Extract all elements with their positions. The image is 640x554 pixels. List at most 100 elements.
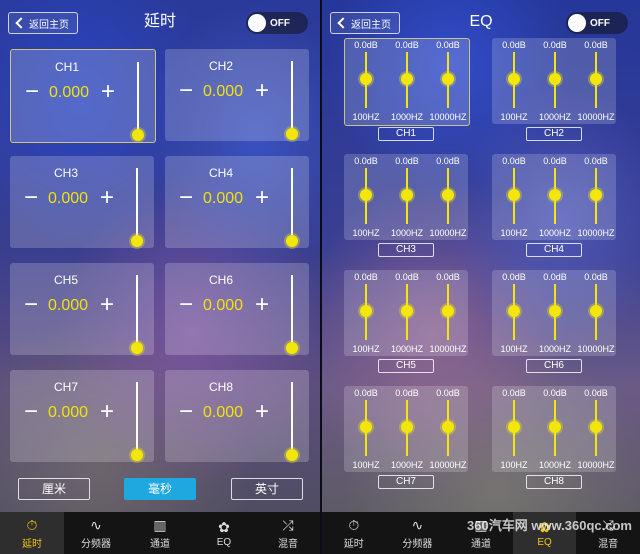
delay-slider-handle[interactable]: [131, 235, 143, 247]
delay-slider-track[interactable]: [136, 168, 138, 240]
delay-slider-track[interactable]: [291, 382, 293, 454]
increment-button[interactable]: +: [96, 293, 118, 317]
channel-label: CH2: [208, 59, 233, 73]
unit-button-cm[interactable]: 厘米: [18, 478, 90, 500]
band-slider-handle[interactable]: [508, 421, 520, 433]
nav-item[interactable]: ⤮ 混音: [256, 512, 320, 554]
unit-selector: 厘米 毫秒 英寸: [0, 478, 320, 500]
increment-button[interactable]: +: [96, 186, 118, 210]
band-slider-handle[interactable]: [442, 305, 454, 317]
delay-slider-track[interactable]: [291, 275, 293, 347]
decrement-button[interactable]: −: [175, 293, 197, 317]
eq-band: 0.0dB 100HZ: [494, 154, 534, 240]
decrement-button[interactable]: −: [175, 186, 197, 210]
band-slider-handle[interactable]: [590, 421, 602, 433]
delay-slider-track[interactable]: [291, 61, 293, 133]
decrement-button[interactable]: −: [20, 400, 42, 424]
eq-channel-button[interactable]: CH8: [526, 475, 582, 489]
unit-button-ms[interactable]: 毫秒: [124, 478, 196, 500]
increment-button[interactable]: +: [251, 400, 273, 424]
band-gain: 0.0dB: [502, 156, 526, 166]
band-slider-handle[interactable]: [590, 189, 602, 201]
shuffle-icon: ⤮: [282, 516, 294, 533]
power-toggle[interactable]: OFF: [246, 12, 308, 34]
eq-channel-button[interactable]: CH1: [378, 127, 434, 141]
eq-channel-button[interactable]: CH3: [378, 243, 434, 257]
band-slider-handle[interactable]: [549, 73, 561, 85]
delay-slider-handle[interactable]: [286, 128, 298, 140]
band-slider-handle[interactable]: [401, 305, 413, 317]
increment-button[interactable]: +: [97, 80, 119, 104]
delay-value: 0.000: [202, 190, 244, 207]
delay-slider-handle[interactable]: [131, 342, 143, 354]
band-slider-handle[interactable]: [508, 189, 520, 201]
eq-channel-button[interactable]: CH2: [526, 127, 582, 141]
delay-slider-handle[interactable]: [286, 449, 298, 461]
eq-channel-button[interactable]: CH4: [526, 243, 582, 257]
band-slider-handle[interactable]: [590, 305, 602, 317]
band-frequency: 10000HZ: [577, 228, 615, 238]
nav-item[interactable]: ∿ 分频器: [386, 512, 450, 554]
band-slider-handle[interactable]: [360, 305, 372, 317]
band-gain: 0.0dB: [502, 272, 526, 282]
decrement-button[interactable]: −: [21, 80, 43, 104]
delay-slider-handle[interactable]: [132, 129, 144, 141]
delay-slider-handle[interactable]: [131, 449, 143, 461]
band-slider-handle[interactable]: [442, 189, 454, 201]
decrement-button[interactable]: −: [20, 293, 42, 317]
eq-channel-button[interactable]: CH6: [526, 359, 582, 373]
band-slider-handle[interactable]: [360, 73, 372, 85]
nav-item[interactable]: ▥ 通道: [128, 512, 192, 554]
band-gain: 0.0dB: [584, 388, 608, 398]
toggle-knob: [568, 14, 586, 32]
channel-card: CH7−0.000 +: [10, 370, 154, 462]
eq-band: 0.0dB 10000HZ: [428, 154, 468, 240]
band-gain: 0.0dB: [354, 388, 378, 398]
nav-item[interactable]: ∿ 分频器: [64, 512, 128, 554]
band-slider-handle[interactable]: [590, 73, 602, 85]
nav-item[interactable]: ✿ EQ: [192, 512, 256, 554]
decrement-button[interactable]: −: [175, 400, 197, 424]
band-slider-handle[interactable]: [549, 189, 561, 201]
band-slider-handle[interactable]: [401, 421, 413, 433]
band-slider-handle[interactable]: [442, 73, 454, 85]
increment-button[interactable]: +: [251, 293, 273, 317]
band-slider-handle[interactable]: [549, 421, 561, 433]
delay-slider-track[interactable]: [136, 382, 138, 454]
delay-value: 0.000: [47, 190, 89, 207]
band-slider-handle[interactable]: [442, 421, 454, 433]
decrement-button[interactable]: −: [175, 79, 197, 103]
decrement-button[interactable]: −: [20, 186, 42, 210]
delay-slider-track[interactable]: [137, 62, 139, 134]
watermark: 360汽车网 www.360qc.com: [467, 518, 632, 533]
power-toggle[interactable]: OFF: [566, 12, 628, 34]
eq-band: 0.0dB 100HZ: [494, 386, 534, 472]
band-gain: 0.0dB: [543, 388, 567, 398]
band-slider-handle[interactable]: [549, 305, 561, 317]
delay-slider-handle[interactable]: [286, 342, 298, 354]
delay-slider-track[interactable]: [136, 275, 138, 347]
unit-button-inch[interactable]: 英寸: [231, 478, 303, 500]
delay-slider-handle[interactable]: [286, 235, 298, 247]
nav-item[interactable]: ⏱ 延时: [322, 512, 386, 554]
eq-group: 0.0dB 100HZ 0.0dB 1000HZ 0.0dB 10000HZ CH7: [344, 386, 468, 489]
band-slider-handle[interactable]: [401, 73, 413, 85]
delay-slider-track[interactable]: [291, 168, 293, 240]
nav-label: 混音: [598, 538, 619, 550]
band-gain: 0.0dB: [395, 40, 419, 50]
eq-channel-button[interactable]: CH5: [378, 359, 434, 373]
band-gain: 0.0dB: [436, 272, 460, 282]
channel-card: CH2−0.000 +: [165, 49, 309, 141]
band-slider-handle[interactable]: [508, 73, 520, 85]
increment-button[interactable]: +: [251, 79, 273, 103]
eq-channel-button[interactable]: CH7: [378, 475, 434, 489]
band-slider-handle[interactable]: [401, 189, 413, 201]
band-slider-handle[interactable]: [360, 189, 372, 201]
band-slider-handle[interactable]: [360, 421, 372, 433]
nav-item[interactable]: ⏱ 延时: [0, 512, 64, 554]
eq-band: 0.0dB 10000HZ: [576, 386, 616, 472]
band-slider-handle[interactable]: [508, 305, 520, 317]
increment-button[interactable]: +: [251, 186, 273, 210]
band-frequency: 10000HZ: [429, 228, 467, 238]
increment-button[interactable]: +: [96, 400, 118, 424]
